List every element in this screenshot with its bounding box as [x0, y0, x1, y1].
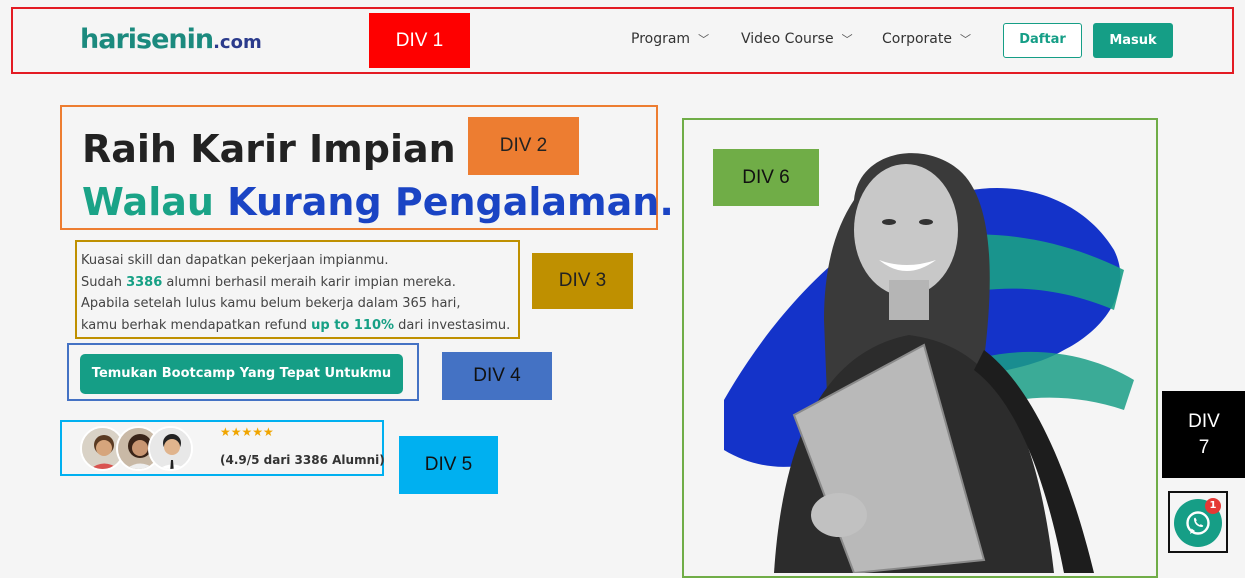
nav-corporate[interactable]: Corporate ﹀ [882, 31, 971, 47]
div1-label: DIV 1 [369, 13, 470, 68]
hero-description: Kuasai skill dan dapatkan pekerjaan impi… [81, 253, 511, 333]
rating-text: (4.9/5 dari 3386 Alumni) [220, 453, 385, 467]
div4-label: DIV 4 [442, 352, 552, 400]
notification-badge: 1 [1205, 498, 1221, 514]
chevron-down-icon: ﹀ [698, 33, 710, 46]
masuk-button[interactable]: Masuk [1093, 23, 1173, 58]
rating-stars: ★★★★★ [220, 425, 274, 439]
div5-label: DIV 5 [399, 436, 498, 494]
chevron-down-icon: ﹀ [841, 33, 853, 46]
hero-title-line1: Raih Karir Impian [82, 127, 456, 171]
div7-label: DIV 7 [1162, 391, 1245, 478]
alumni-avatar [148, 426, 193, 471]
daftar-button[interactable]: Daftar [1003, 23, 1082, 58]
div3-label: DIV 3 [532, 253, 633, 309]
logo[interactable]: harisenin.com [80, 24, 262, 55]
find-bootcamp-button[interactable]: Temukan Bootcamp Yang Tepat Untukmu [80, 354, 403, 394]
div2-label: DIV 2 [468, 117, 579, 175]
hero-title-line2: Walau Kurang Pengalaman. [82, 180, 674, 224]
nav-video-course[interactable]: Video Course ﹀ [741, 31, 853, 47]
chevron-down-icon: ﹀ [960, 33, 971, 46]
whatsapp-icon [1186, 511, 1210, 535]
nav-program[interactable]: Program ﹀ [631, 31, 709, 47]
div6-label: DIV 6 [713, 149, 819, 206]
